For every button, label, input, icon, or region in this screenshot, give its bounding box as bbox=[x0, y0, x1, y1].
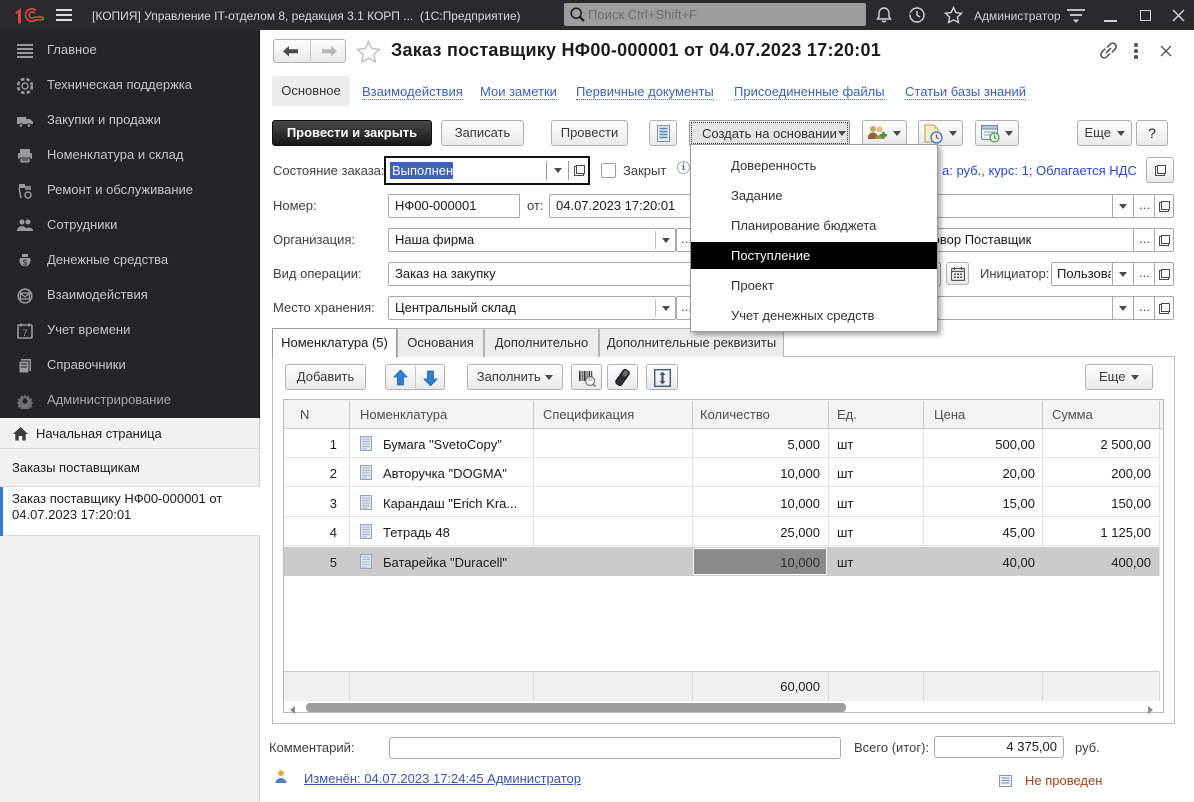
svg-text:7: 7 bbox=[22, 328, 27, 338]
svg-text:$: $ bbox=[23, 259, 28, 268]
